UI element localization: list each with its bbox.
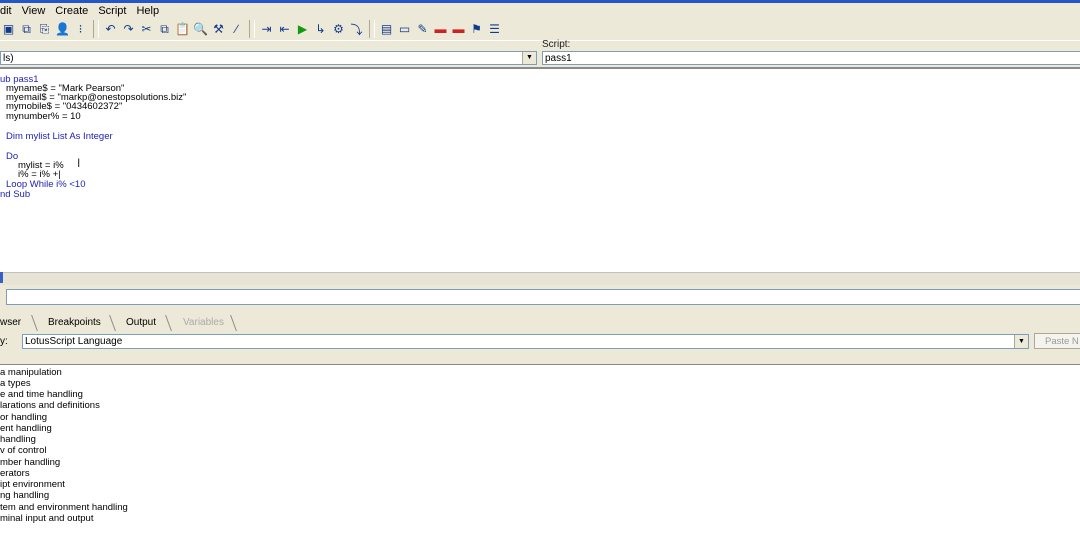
list-item[interactable]: a manipulation [0, 367, 62, 378]
run-icon[interactable]: ▶ [294, 21, 311, 38]
properties-icon[interactable]: ▤ [378, 21, 395, 38]
find-icon[interactable]: 🔍 [192, 21, 209, 38]
object-combo[interactable]: ls) ▼ [0, 51, 537, 65]
step-into-icon[interactable]: ⤵ [348, 21, 365, 38]
agent-icon[interactable]: ⚑ [468, 21, 485, 38]
list-icon[interactable]: ☰ [486, 21, 503, 38]
tab-variables[interactable]: Variables [183, 317, 224, 328]
paste-doc-icon[interactable]: ⎘ [36, 21, 53, 38]
code-line: Do [6, 151, 19, 162]
code-line: mynumber% = 10 [6, 111, 81, 122]
category-combo[interactable]: LotusScript Language ▼ [22, 334, 1029, 349]
menu-script[interactable]: Script [98, 5, 126, 17]
menu-create[interactable]: Create [55, 5, 88, 17]
field2-icon[interactable]: ▬ [450, 21, 467, 38]
tab-breakpoints[interactable]: Breakpoints [48, 317, 101, 328]
list-item[interactable]: or handling [0, 412, 47, 423]
tab-output[interactable]: Output [126, 317, 156, 328]
menu-help[interactable]: Help [136, 5, 159, 17]
copy-icon[interactable]: ⧉ [156, 21, 173, 38]
step-icon[interactable]: ↳ [312, 21, 329, 38]
menu-edit[interactable]: dit [0, 5, 12, 17]
tools-icon[interactable]: ⁝ [72, 21, 89, 38]
new-doc-icon[interactable]: ▣ [0, 21, 17, 38]
toolbar-separator [249, 20, 255, 38]
category-label: y: [0, 336, 8, 347]
tab-divider [230, 315, 247, 331]
tab-browser[interactable]: wser [0, 317, 21, 328]
list-item[interactable]: e and time handling [0, 389, 83, 400]
paste-name-button[interactable]: Paste N [1034, 333, 1080, 349]
scroll-marker [0, 272, 3, 283]
object-combo-value: ls) [3, 53, 14, 64]
divider [0, 40, 1080, 41]
tab-bar: wser Breakpoints Output Variables [0, 314, 1080, 332]
list-item[interactable]: tem and environment handling [0, 502, 128, 513]
list-item[interactable]: minal input and output [0, 513, 93, 524]
window-icon[interactable]: ▭ [396, 21, 413, 38]
menu-bar: dit View Create Script Help [0, 3, 1080, 18]
error-field[interactable] [6, 289, 1080, 305]
list-item[interactable]: a types [0, 378, 31, 389]
wand-icon[interactable]: ∕ [228, 21, 245, 38]
toolbar: ▣ ⧉ ⎘ 👤 ⁝ ↶ ↷ ✂ ⧉ 📋 🔍 ⚒ ∕ ⇥ ⇤ ▶ ↳ ⚙ ⤵ ▤ … [0, 18, 1080, 40]
tab-divider [31, 315, 48, 331]
field-icon[interactable]: ▬ [432, 21, 449, 38]
toolbar-separator [369, 20, 375, 38]
chevron-down-icon[interactable]: ▼ [1014, 335, 1028, 348]
outdent-icon[interactable]: ⇤ [276, 21, 293, 38]
tab-divider [165, 315, 182, 331]
debug-icon[interactable]: ⚙ [330, 21, 347, 38]
list-item[interactable]: ipt environment [0, 479, 65, 490]
script-combo[interactable]: pass1 [542, 51, 1080, 65]
browser-list[interactable]: a manipulation a types e and time handli… [0, 364, 1080, 556]
cut-icon[interactable]: ✂ [138, 21, 155, 38]
chevron-down-icon[interactable]: ▼ [522, 52, 536, 64]
ibeam-cursor-icon: I [77, 156, 81, 170]
edit-icon[interactable]: ✎ [414, 21, 431, 38]
script-combo-value: pass1 [545, 53, 572, 64]
toolbar-separator [93, 20, 99, 38]
list-item[interactable]: larations and definitions [0, 400, 100, 411]
list-item[interactable]: erators [0, 468, 30, 479]
hammer-icon[interactable]: ⚒ [210, 21, 227, 38]
script-label: Script: [542, 39, 571, 50]
category-combo-value: LotusScript Language [25, 336, 123, 347]
copy-doc-icon[interactable]: ⧉ [18, 21, 35, 38]
pane-splitter[interactable] [0, 272, 1080, 285]
category-row: y: LotusScript Language ▼ Paste N [0, 333, 1080, 350]
code-line: nd Sub [0, 189, 31, 200]
list-item[interactable]: ng handling [0, 490, 49, 501]
list-item[interactable]: handling [0, 434, 36, 445]
code-editor[interactable]: ub pass1 myname$ = "Mark Pearson" myemai… [0, 67, 1080, 272]
undo-icon[interactable]: ↶ [102, 21, 119, 38]
paste-icon[interactable]: 📋 [174, 21, 191, 38]
list-item[interactable]: mber handling [0, 457, 60, 468]
user-icon[interactable]: 👤 [54, 21, 71, 38]
list-item[interactable]: v of control [0, 445, 46, 456]
code-line: Dim mylist List As Integer [6, 131, 113, 142]
indent-icon[interactable]: ⇥ [258, 21, 275, 38]
redo-icon[interactable]: ↷ [120, 21, 137, 38]
menu-view[interactable]: View [22, 5, 46, 17]
tab-divider [109, 315, 126, 331]
list-item[interactable]: ent handling [0, 423, 52, 434]
